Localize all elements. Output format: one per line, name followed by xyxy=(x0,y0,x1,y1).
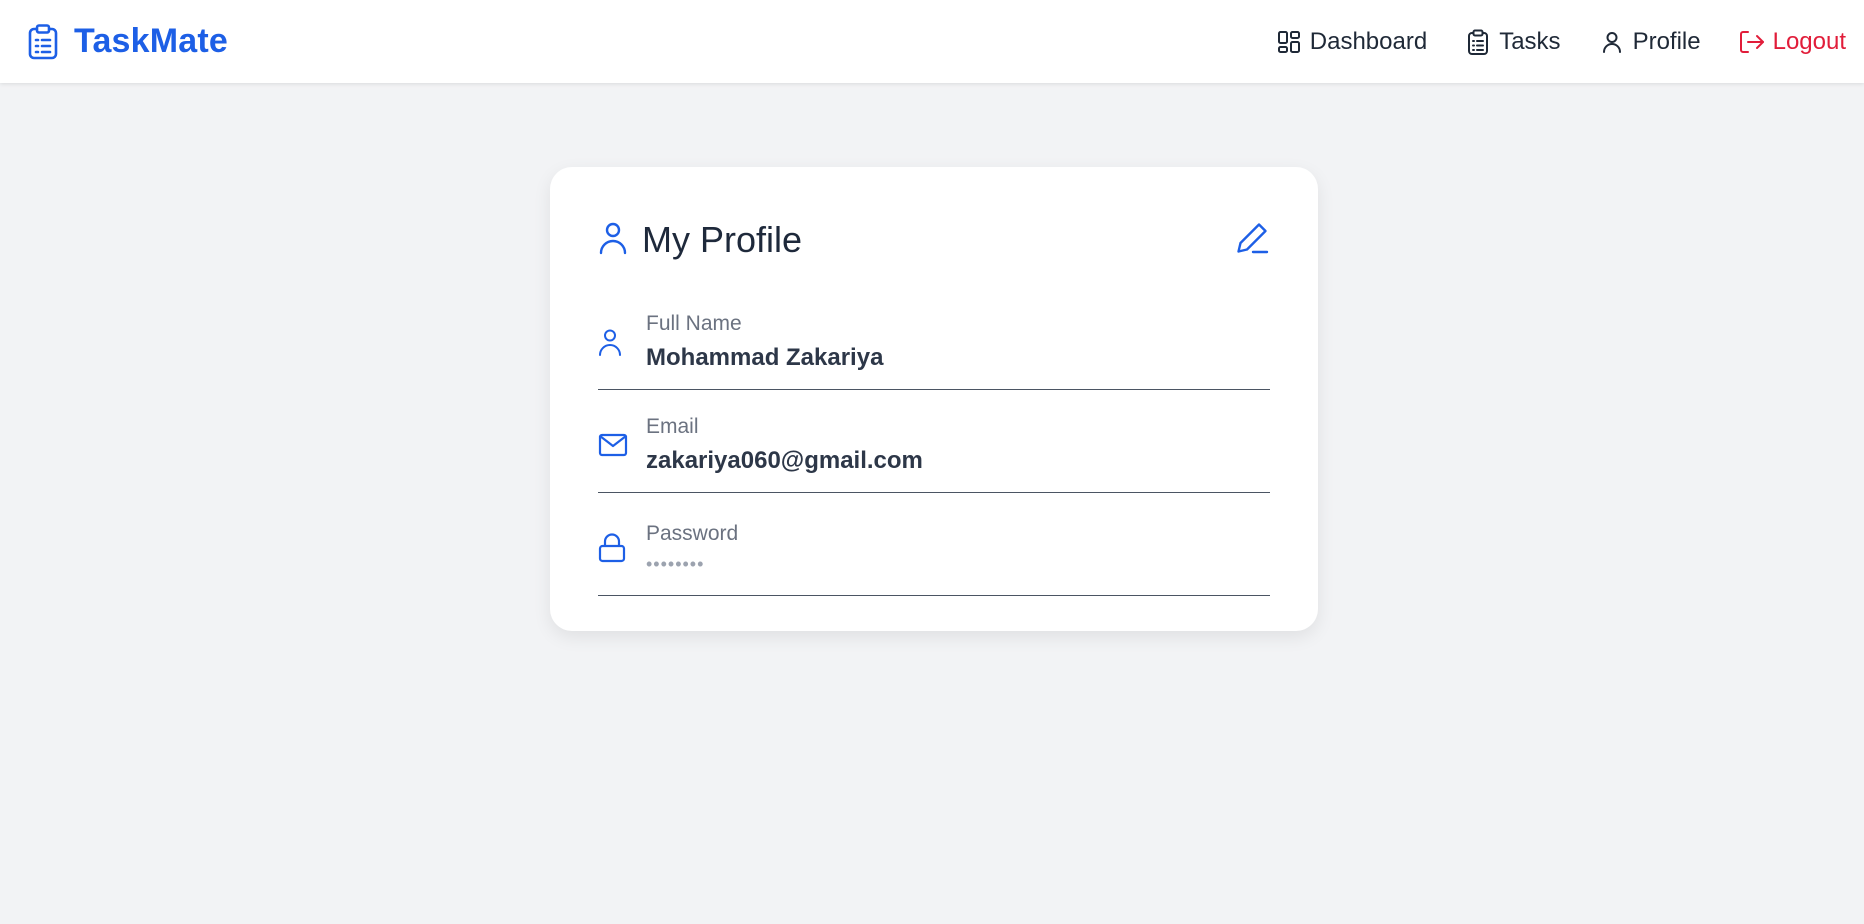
nav-links: Dashboard Tasks Profile Logout xyxy=(1276,28,1846,56)
profile-title-group: My Profile xyxy=(598,219,802,261)
page-title: My Profile xyxy=(642,219,803,260)
full-name-field: Full Name Mohammad Zakariya xyxy=(598,287,1270,390)
clipboard-list-icon xyxy=(28,23,60,60)
brand-name: TaskMate xyxy=(74,22,229,60)
email-field: Email zakariya060@gmail.com xyxy=(598,390,1270,493)
field-label: Password xyxy=(646,521,739,545)
edit-profile-button[interactable] xyxy=(1234,222,1270,258)
brand-logo[interactable]: TaskMate xyxy=(28,22,228,61)
top-navbar: TaskMate Dashboard Tasks Profile Logout xyxy=(0,0,1864,83)
password-field: Password •••••••• xyxy=(598,493,1270,596)
nav-item-label: Logout xyxy=(1772,27,1846,55)
nav-item-label: Profile xyxy=(1632,27,1701,55)
nav-item-logout[interactable]: Logout xyxy=(1739,28,1846,56)
email-body: Email zakariya060@gmail.com xyxy=(646,415,923,475)
lock-icon xyxy=(598,528,646,568)
user-icon xyxy=(1599,29,1625,55)
profile-card: My Profile Full Name Mohammad Zakariya E… xyxy=(550,167,1318,631)
password-value: •••••••• xyxy=(646,553,705,574)
layout-grid-icon xyxy=(1276,29,1302,55)
nav-item-label: Tasks xyxy=(1499,27,1561,55)
full-name-body: Full Name Mohammad Zakariya xyxy=(646,312,883,372)
profile-card-header: My Profile xyxy=(598,215,1270,265)
field-label: Email xyxy=(646,415,699,438)
pencil-icon xyxy=(1235,221,1269,260)
full-name-value: Mohammad Zakariya xyxy=(646,344,884,371)
nav-item-label: Dashboard xyxy=(1309,27,1428,55)
password-body: Password •••••••• xyxy=(646,522,738,575)
field-label: Full Name xyxy=(646,312,742,335)
nav-item-dashboard[interactable]: Dashboard xyxy=(1276,28,1427,56)
clipboard-list-icon xyxy=(1465,29,1491,55)
nav-item-profile[interactable]: Profile xyxy=(1599,28,1701,56)
logout-icon xyxy=(1739,29,1765,55)
nav-item-tasks[interactable]: Tasks xyxy=(1465,27,1561,56)
user-icon xyxy=(598,221,628,260)
email-value: zakariya060@gmail.com xyxy=(646,447,923,474)
user-icon xyxy=(598,322,646,362)
mail-icon xyxy=(598,425,646,465)
